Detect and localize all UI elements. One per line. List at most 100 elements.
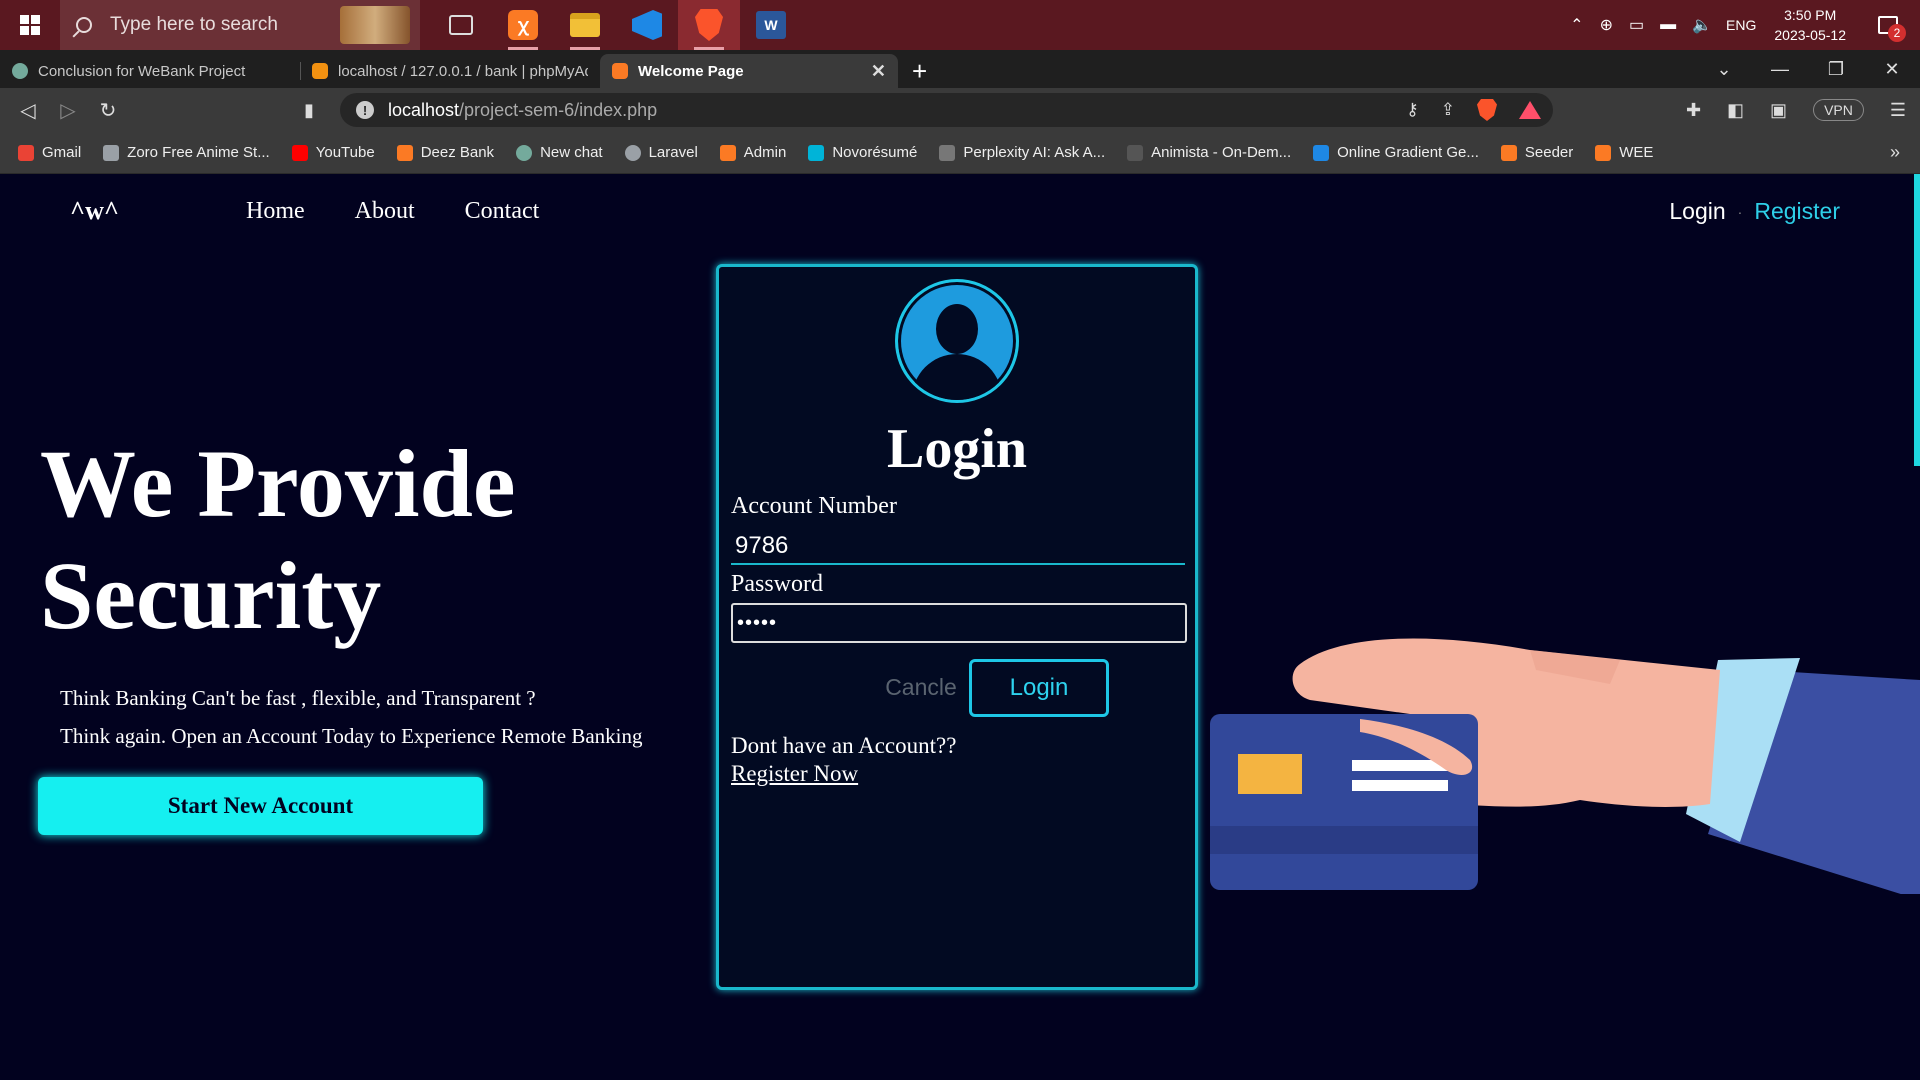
register-now-link[interactable]: Register Now [731, 761, 858, 787]
clock[interactable]: 3:50 PM 2023-05-12 [1774, 5, 1846, 45]
brave-icon [695, 9, 723, 41]
bookmark-admin[interactable]: Admin [719, 144, 787, 161]
close-window-icon[interactable]: ✕ [1864, 59, 1920, 80]
account-number-label: Account Number [731, 493, 897, 519]
site-logo[interactable]: ^w^ [70, 196, 119, 226]
tab-phpmyadmin[interactable]: localhost / 127.0.0.1 / bank | phpMyAdmi… [300, 54, 600, 88]
gradient-icon [1313, 144, 1330, 161]
search-icon [76, 17, 92, 33]
tab-title: Welcome Page [638, 62, 744, 80]
site-info-icon[interactable]: ! [356, 101, 374, 119]
nav-separator: · [1737, 203, 1743, 220]
task-view-button[interactable] [430, 0, 492, 50]
bookmark-youtube[interactable]: YouTube [291, 144, 375, 161]
taskbar-search[interactable]: Type here to search [60, 0, 420, 50]
window-controls: ⌄ — ❐ ✕ [1696, 50, 1920, 88]
tab-title: Conclusion for WeBank Project [38, 62, 246, 80]
taskbar-vscode[interactable] [616, 0, 678, 50]
xampp-icon [719, 144, 736, 161]
zoro-icon [103, 144, 120, 161]
start-new-account-button[interactable]: Start New Account [38, 777, 483, 835]
hero-text: Think Banking Can't be fast , flexible, … [60, 679, 642, 755]
url-host: localhost [388, 99, 460, 120]
windows-icon [20, 15, 40, 35]
nav-register[interactable]: Register [1754, 198, 1840, 225]
login-title: Login [886, 418, 1028, 480]
bookmark-new-chat[interactable]: New chat [516, 144, 603, 161]
page-scrollbar[interactable] [1914, 174, 1920, 466]
search-highlight-image [340, 6, 410, 44]
nav-about[interactable]: About [355, 198, 415, 225]
globe-icon[interactable]: ⊕ [1600, 15, 1613, 35]
bookmark-label: YouTube [315, 144, 375, 161]
address-bar[interactable]: ! localhost/project-sem-6/index.php ⚷ ⇪ [340, 93, 1553, 127]
close-tab-icon[interactable]: ✕ [871, 61, 886, 82]
xampp-icon [1595, 144, 1612, 161]
restore-icon[interactable]: ❐ [1808, 59, 1864, 80]
meet-icon[interactable]: ▭ [1629, 15, 1644, 35]
tab-title: localhost / 127.0.0.1 / bank | phpMyAdmi… [338, 62, 588, 80]
back-icon[interactable]: ◁ [8, 98, 48, 123]
gmail-icon [18, 144, 34, 161]
share-icon[interactable]: ⇪ [1441, 100, 1455, 120]
new-tab-button[interactable]: + [898, 54, 941, 88]
taskbar-brave[interactable] [678, 0, 740, 50]
bookmark-icon[interactable]: ▮ [304, 100, 314, 121]
forward-icon[interactable]: ▷ [48, 98, 88, 123]
chevron-up-icon[interactable]: ⌃ [1570, 15, 1583, 35]
battery-icon[interactable]: ▬ [1660, 16, 1676, 34]
extensions-icon[interactable]: ✚ [1686, 100, 1701, 121]
tab-welcome-page[interactable]: Welcome Page ✕ [600, 54, 898, 88]
start-button[interactable] [0, 0, 60, 50]
bookmark-label: Admin [743, 144, 787, 161]
password-input[interactable] [731, 603, 1187, 643]
login-form: Login Account Number Password Cancle Log… [716, 264, 1198, 990]
bookmark-label: New chat [540, 144, 603, 161]
volume-icon[interactable]: 🔈 [1692, 15, 1712, 35]
bookmarks-bar: Gmail Zoro Free Anime St... YouTube Deez… [0, 132, 1920, 174]
wallet-icon[interactable]: ▣ [1770, 100, 1787, 121]
notification-center-button[interactable]: 2 [1868, 0, 1908, 50]
menu-icon[interactable]: ☰ [1890, 100, 1906, 121]
windows-taskbar: Type here to search ꭓ W ⌃ ⊕ ▭ ▬ 🔈 ENG 3:… [0, 0, 1920, 50]
nav-login[interactable]: Login [1669, 198, 1725, 225]
bookmark-novoresume[interactable]: Novorésumé [808, 144, 917, 161]
tab-search-icon[interactable]: ⌄ [1696, 59, 1752, 80]
bookmark-gmail[interactable]: Gmail [18, 144, 81, 161]
bookmark-gradient[interactable]: Online Gradient Ge... [1313, 144, 1479, 161]
clock-date: 2023-05-12 [1774, 27, 1846, 43]
account-number-input[interactable] [731, 529, 1185, 565]
key-icon[interactable]: ⚷ [1406, 100, 1418, 120]
nav-home[interactable]: Home [246, 198, 305, 225]
hero-title-line1: We Provide [40, 430, 516, 537]
minimize-icon[interactable]: — [1752, 59, 1808, 80]
bookmark-seeder[interactable]: Seeder [1500, 144, 1573, 161]
taskbar-file-explorer[interactable] [554, 0, 616, 50]
bookmarks-overflow-button[interactable]: » [1890, 142, 1900, 163]
card-line-2 [1352, 780, 1448, 791]
hand-holding-card-illustration [1210, 638, 1920, 894]
bookmark-perplexity[interactable]: Perplexity AI: Ask A... [939, 144, 1105, 161]
file-explorer-icon [570, 13, 600, 37]
reload-icon[interactable]: ↻ [88, 98, 128, 123]
language-indicator[interactable]: ENG [1726, 17, 1756, 33]
bookmark-zoro[interactable]: Zoro Free Anime St... [103, 144, 270, 161]
bookmark-deez-bank[interactable]: Deez Bank [396, 144, 494, 161]
task-view-icon [449, 15, 473, 35]
bookmark-animista[interactable]: Animista - On-Dem... [1127, 144, 1291, 161]
taskbar-xampp[interactable]: ꭓ [492, 0, 554, 50]
brave-rewards-icon[interactable] [1519, 101, 1541, 119]
taskbar-word[interactable]: W [740, 0, 802, 50]
no-account-text: Dont have an Account?? [731, 733, 957, 758]
vpn-button[interactable]: VPN [1813, 99, 1864, 121]
bookmark-laravel[interactable]: Laravel [624, 144, 698, 161]
clock-time: 3:50 PM [1784, 7, 1837, 23]
brave-shields-icon[interactable] [1477, 99, 1497, 121]
bookmark-wee[interactable]: WEE [1595, 144, 1653, 161]
tab-conclusion[interactable]: Conclusion for WeBank Project [0, 54, 300, 88]
bookmark-label: Online Gradient Ge... [1337, 144, 1479, 161]
login-button[interactable]: Login [969, 659, 1109, 717]
nav-contact[interactable]: Contact [465, 198, 540, 225]
web-page: ^w^ Home About Contact Login · Register … [0, 174, 1920, 1080]
sidebar-icon[interactable]: ◧ [1727, 100, 1744, 121]
